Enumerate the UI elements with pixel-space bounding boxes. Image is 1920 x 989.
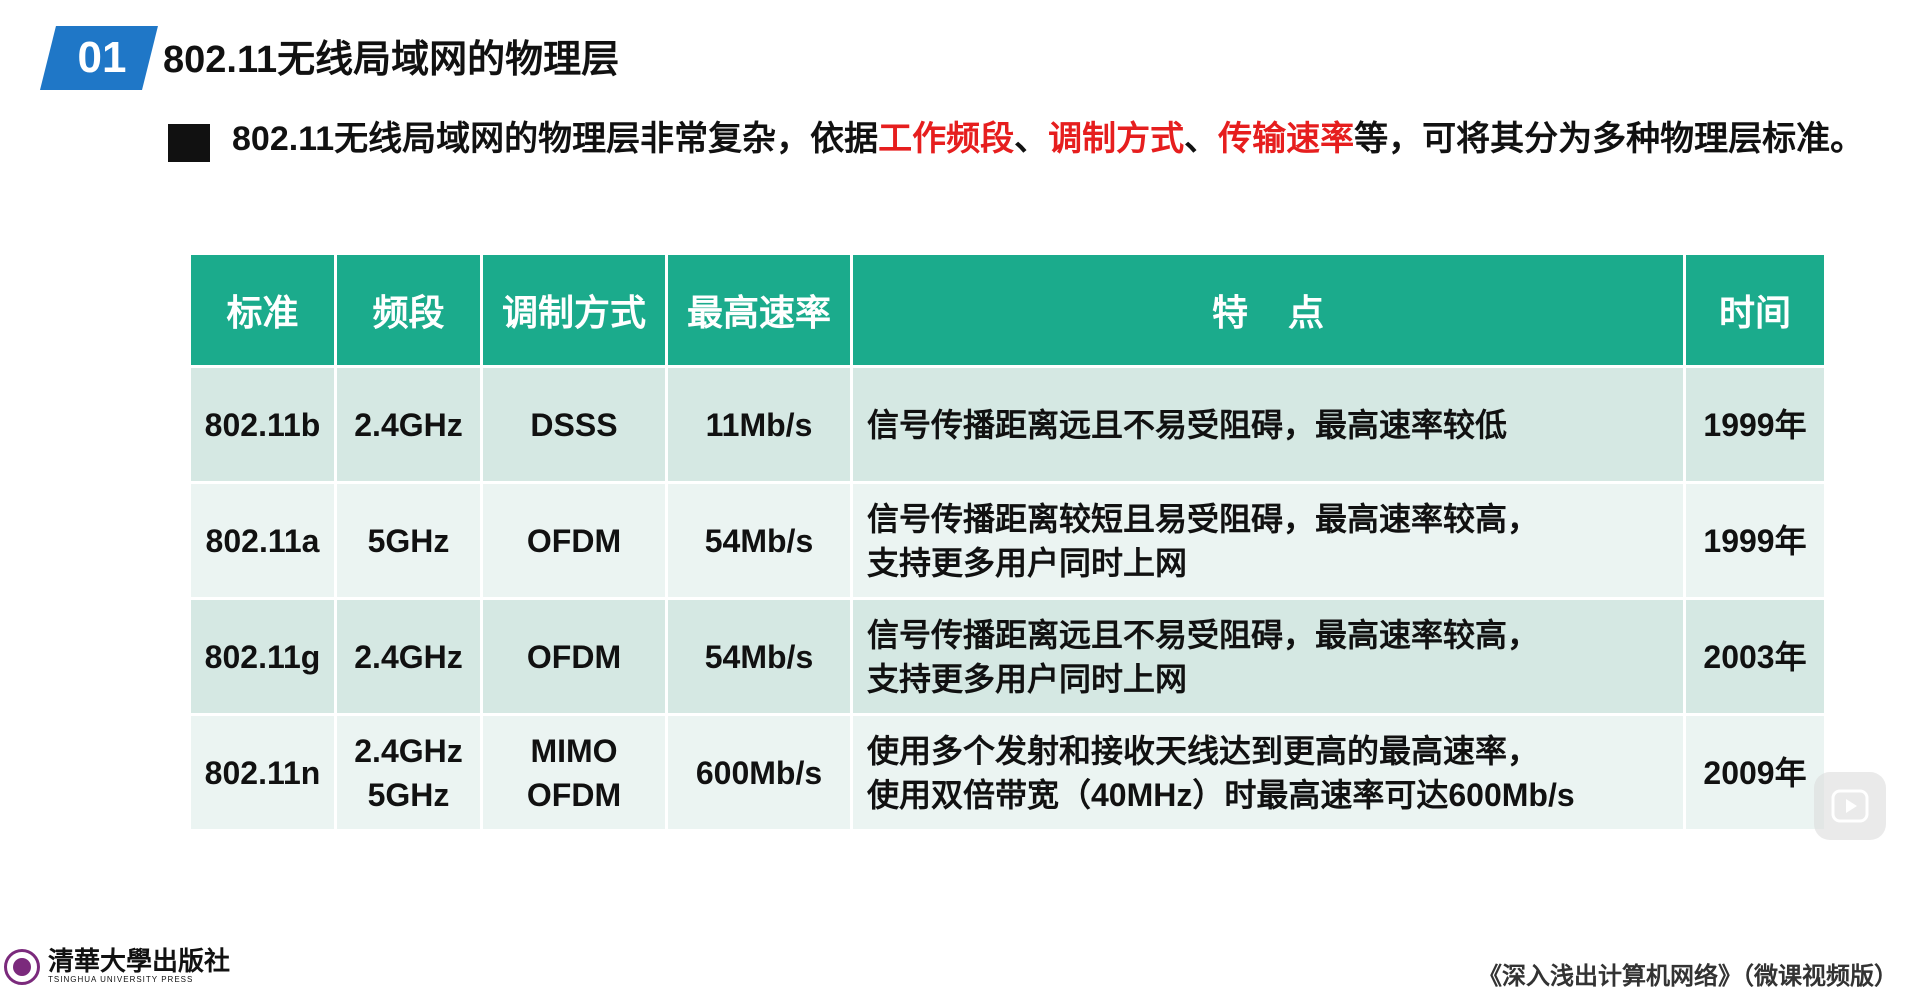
publisher-name: 清華大學出版社 TSINGHUA UNIVERSITY PRESS xyxy=(48,949,230,985)
modulation-line: MIMO xyxy=(530,732,618,769)
cell-modulation: MIMO OFDM xyxy=(483,716,665,829)
header-modulation: 调制方式 xyxy=(483,255,665,365)
table-row: 802.11b 2.4GHz DSSS 11Mb/s 信号传播距离远且不易受阻碍… xyxy=(191,368,1824,481)
cell-band: 2.4GHz 5GHz xyxy=(337,716,480,829)
cell-modulation: OFDM xyxy=(483,600,665,713)
bullet-square-icon xyxy=(168,124,210,162)
cell-features: 使用多个发射和接收天线达到更高的最高速率， 使用双倍带宽（40MHz）时最高速率… xyxy=(853,716,1683,829)
cell-band: 2.4GHz xyxy=(337,600,480,713)
header-band: 频段 xyxy=(337,255,480,365)
feature-line: 信号传播距离较短且易受阻碍，最高速率较高， xyxy=(867,500,1540,537)
band-line: 5GHz xyxy=(367,776,450,813)
cell-standard: 802.11a xyxy=(191,484,334,597)
section-number: 01 xyxy=(77,33,127,82)
feature-line: 支持更多用户同时上网 xyxy=(867,544,1188,581)
cell-max-rate: 600Mb/s xyxy=(668,716,850,829)
intro-sep2: 、 xyxy=(1184,120,1219,158)
cell-features: 信号传播距离较短且易受阻碍，最高速率较高， 支持更多用户同时上网 xyxy=(853,484,1683,597)
cell-modulation: DSSS xyxy=(483,368,665,481)
cell-band: 2.4GHz xyxy=(337,368,480,481)
intro-part2: 等，可将其分为多种物理层标准。 xyxy=(1354,120,1865,158)
highlight-rate: 传输速率 xyxy=(1218,120,1355,158)
cell-features: 信号传播距离远且不易受阻碍，最高速率较低 xyxy=(853,368,1683,481)
table-row: 802.11n 2.4GHz 5GHz MIMO OFDM 600Mb/s 使用… xyxy=(191,716,1824,829)
cell-modulation: OFDM xyxy=(483,484,665,597)
intro-part1: 802.11无线局域网的物理层非常复杂，依据 xyxy=(232,120,879,158)
cell-standard: 802.11g xyxy=(191,600,334,713)
header-max-rate: 最高速率 xyxy=(668,255,850,365)
feature-line: 使用双倍带宽（40MHz）时最高速率可达600Mb/s xyxy=(867,776,1575,813)
cell-year: 1999年 xyxy=(1686,484,1824,597)
cell-standard: 802.11b xyxy=(191,368,334,481)
cell-max-rate: 11Mb/s xyxy=(668,368,850,481)
publisher-seal-icon xyxy=(4,949,40,985)
phy-standards-table-wrap: 标准 频段 调制方式 最高速率 特 点 时间 802.11b 2.4GHz DS… xyxy=(188,252,1824,832)
play-icon xyxy=(1831,789,1869,823)
table-header-row: 标准 频段 调制方式 最高速率 特 点 时间 xyxy=(191,255,1824,365)
publisher-logo: 清華大學出版社 TSINGHUA UNIVERSITY PRESS xyxy=(4,949,230,985)
section-title: 802.11无线局域网的物理层 xyxy=(163,39,620,81)
intro-text: 802.11无线局域网的物理层非常复杂，依据工作频段、调制方式、传输速率等，可将… xyxy=(232,116,1872,162)
cell-standard: 802.11n xyxy=(191,716,334,829)
feature-line: 使用多个发射和接收天线达到更高的最高速率， xyxy=(867,732,1540,769)
feature-line: 信号传播距离远且不易受阻碍，最高速率较低 xyxy=(867,406,1508,443)
phy-standards-table: 标准 频段 调制方式 最高速率 特 点 时间 802.11b 2.4GHz DS… xyxy=(188,252,1827,832)
highlight-frequency-band: 工作频段 xyxy=(878,120,1015,158)
table-row: 802.11g 2.4GHz OFDM 54Mb/s 信号传播距离远且不易受阻碍… xyxy=(191,600,1824,713)
feature-line: 信号传播距离远且不易受阻碍，最高速率较高， xyxy=(867,616,1540,653)
cell-year: 1999年 xyxy=(1686,368,1824,481)
feature-line: 支持更多用户同时上网 xyxy=(867,660,1188,697)
table-row: 802.11a 5GHz OFDM 54Mb/s 信号传播距离较短且易受阻碍，最… xyxy=(191,484,1824,597)
cell-year: 2003年 xyxy=(1686,600,1824,713)
header-standard: 标准 xyxy=(191,255,334,365)
modulation-line: OFDM xyxy=(526,776,622,813)
band-line: 2.4GHz xyxy=(354,732,463,769)
cell-band: 5GHz xyxy=(337,484,480,597)
footer-book-title: 《深入浅出计算机网络》（微课视频版） xyxy=(1478,963,1898,989)
header-time: 时间 xyxy=(1686,255,1824,365)
play-button[interactable] xyxy=(1814,772,1886,840)
header-features: 特 点 xyxy=(853,255,1683,365)
publisher-name-cn: 清華大學出版社 xyxy=(48,947,231,977)
cell-year: 2009年 xyxy=(1686,716,1824,829)
cell-max-rate: 54Mb/s xyxy=(668,484,850,597)
cell-features: 信号传播距离远且不易受阻碍，最高速率较高， 支持更多用户同时上网 xyxy=(853,600,1683,713)
intro-sep1: 、 xyxy=(1014,120,1049,158)
highlight-modulation: 调制方式 xyxy=(1048,120,1185,158)
publisher-name-en: TSINGHUA UNIVERSITY PRESS xyxy=(48,975,194,984)
cell-max-rate: 54Mb/s xyxy=(668,600,850,713)
